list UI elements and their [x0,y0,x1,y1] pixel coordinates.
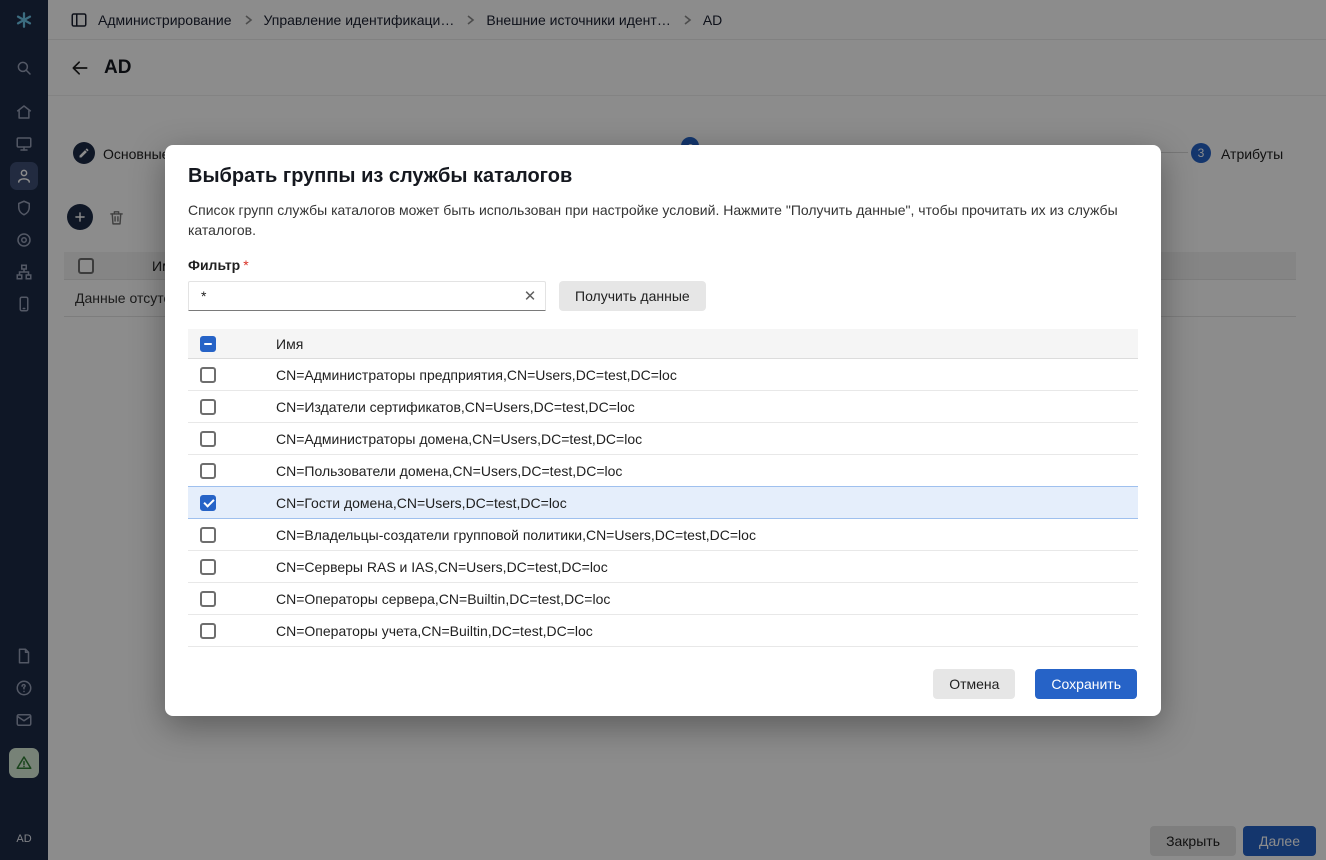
row-name: CN=Администраторы предприятия,CN=Users,D… [276,367,677,383]
select-groups-dialog: Выбрать группы из службы каталогов Списо… [165,145,1161,716]
dialog-title: Выбрать группы из службы каталогов [188,165,1137,188]
name-column-header: Имя [276,336,303,352]
filter-label: Фильтр* [188,257,1137,273]
row-checkbox[interactable] [200,367,216,383]
dialog-footer: Отмена Сохранить [188,669,1137,699]
row-checkbox[interactable] [200,495,216,511]
filter-row: ✕ Получить данные [188,281,1137,311]
table-row[interactable]: CN=Гости домена,CN=Users,DC=test,DC=loc [188,486,1138,519]
table-row[interactable]: CN=Издатели сертификатов,CN=Users,DC=tes… [188,391,1138,423]
table-row[interactable]: CN=Владельцы-создатели групповой политик… [188,519,1138,551]
groups-table: Имя CN=Администраторы предприятия,CN=Use… [188,329,1138,647]
clear-filter-icon[interactable]: ✕ [518,284,542,308]
fetch-data-button[interactable]: Получить данные [559,281,706,311]
row-checkbox[interactable] [200,623,216,639]
cancel-button[interactable]: Отмена [933,669,1015,699]
row-name: CN=Владельцы-создатели групповой политик… [276,527,756,543]
row-checkbox[interactable] [200,591,216,607]
groups-table-header: Имя [188,329,1138,359]
row-name: CN=Гости домена,CN=Users,DC=test,DC=loc [276,495,567,511]
row-checkbox[interactable] [200,431,216,447]
row-checkbox[interactable] [200,559,216,575]
row-name: CN=Серверы RAS и IAS,CN=Users,DC=test,DC… [276,559,608,575]
required-asterisk: * [243,257,248,273]
row-name: CN=Пользователи домена,CN=Users,DC=test,… [276,463,622,479]
row-name: CN=Издатели сертификатов,CN=Users,DC=tes… [276,399,635,415]
row-name: CN=Операторы сервера,CN=Builtin,DC=test,… [276,591,610,607]
table-row[interactable]: CN=Операторы учета,CN=Builtin,DC=test,DC… [188,615,1138,647]
select-all-checkbox[interactable] [200,336,216,352]
row-name: CN=Администраторы домена,CN=Users,DC=tes… [276,431,642,447]
table-row[interactable]: CN=Администраторы предприятия,CN=Users,D… [188,359,1138,391]
table-row[interactable]: CN=Пользователи домена,CN=Users,DC=test,… [188,455,1138,487]
table-row[interactable]: CN=Администраторы домена,CN=Users,DC=tes… [188,423,1138,455]
row-name: CN=Операторы учета,CN=Builtin,DC=test,DC… [276,623,593,639]
table-row[interactable]: CN=Операторы сервера,CN=Builtin,DC=test,… [188,583,1138,615]
screen: AD Администрирование Управление идентифи… [0,0,1326,860]
table-row[interactable]: CN=Серверы RAS и IAS,CN=Users,DC=test,DC… [188,551,1138,583]
dialog-description: Список групп службы каталогов может быть… [188,200,1124,240]
row-checkbox[interactable] [200,399,216,415]
row-checkbox[interactable] [200,527,216,543]
save-button[interactable]: Сохранить [1035,669,1137,699]
filter-input[interactable] [188,281,546,311]
groups-table-body: CN=Администраторы предприятия,CN=Users,D… [188,359,1138,647]
row-checkbox[interactable] [200,463,216,479]
